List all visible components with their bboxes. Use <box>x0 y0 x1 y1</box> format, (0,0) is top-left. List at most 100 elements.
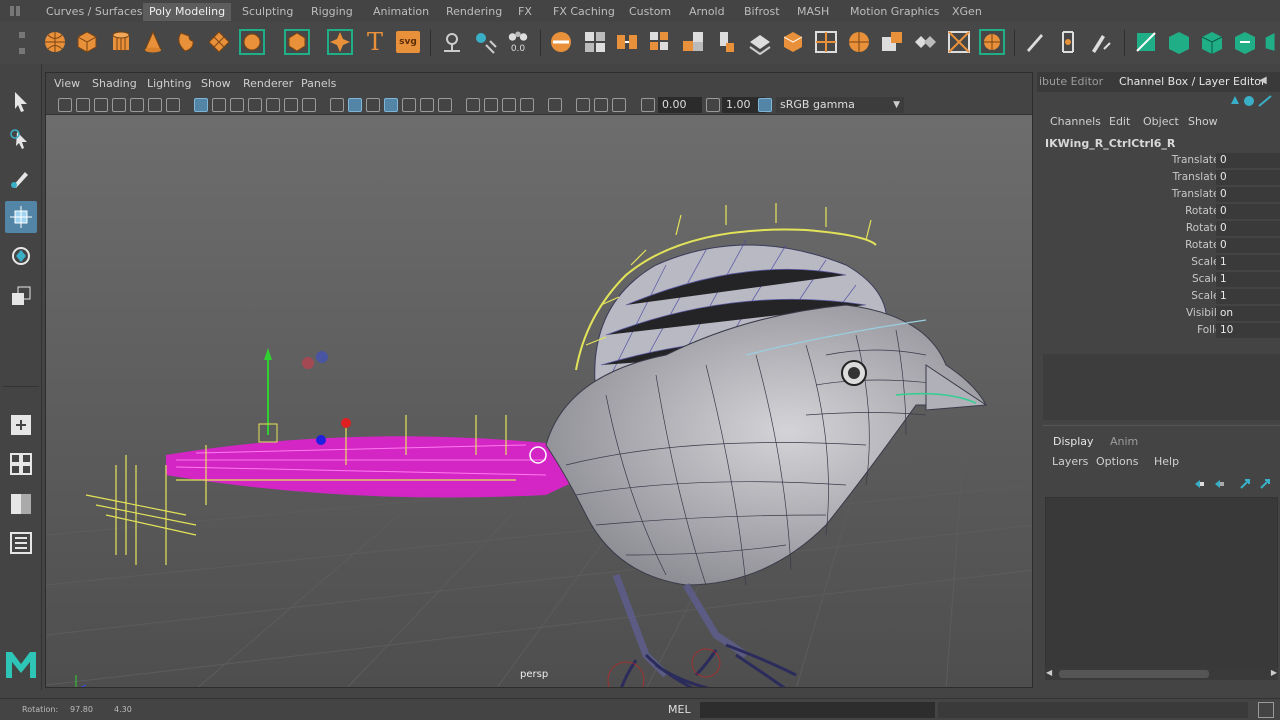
channel-value[interactable]: 1 <box>1216 289 1280 304</box>
wireframe-icon[interactable] <box>302 98 316 112</box>
safe-title-icon[interactable] <box>284 98 298 112</box>
channel-value[interactable]: 0 <box>1216 187 1280 202</box>
exposure-field[interactable]: 0.00 <box>658 97 702 113</box>
lasso-select-icon[interactable] <box>5 124 37 156</box>
channel-row-visibility[interactable]: Visibility on <box>1043 305 1280 322</box>
retopo-icon[interactable] <box>944 25 974 59</box>
channel-value[interactable]: 1 <box>1216 255 1280 270</box>
scroll-right-icon[interactable]: ▶ <box>1271 668 1277 677</box>
gate-mask-icon[interactable] <box>230 98 244 112</box>
shelf-tab-fx[interactable]: FX <box>512 3 538 21</box>
multi-cut-icon[interactable] <box>745 25 775 59</box>
command-line-input[interactable] <box>700 702 935 718</box>
move-layer-down-icon[interactable] <box>1213 478 1225 490</box>
depth-of-field-icon[interactable] <box>484 98 498 112</box>
anti-aliasing-icon[interactable] <box>466 98 480 112</box>
xray-joints-icon[interactable] <box>548 98 562 112</box>
menu-edit[interactable]: Edit <box>1109 115 1130 128</box>
gamma-icon[interactable] <box>706 98 720 112</box>
menu-object[interactable]: Object <box>1143 115 1179 128</box>
paint-select-icon[interactable] <box>5 162 37 194</box>
new-layer-icon[interactable] <box>1239 478 1251 490</box>
mirror-icon[interactable] <box>580 25 610 59</box>
panel-splitter[interactable] <box>1043 425 1280 428</box>
use-all-lights-icon[interactable] <box>384 98 398 112</box>
xray-icon[interactable] <box>520 98 534 112</box>
resolution-gate-icon[interactable] <box>212 98 226 112</box>
uv-automatic-icon[interactable] <box>1262 25 1280 59</box>
super-shape-icon[interactable] <box>325 25 355 59</box>
xray-components-icon[interactable] <box>576 98 590 112</box>
shelf-tab-arnold[interactable]: Arnold <box>683 3 731 21</box>
channel-row-scale-z[interactable]: Scale Z1 <box>1043 288 1280 305</box>
viewport-menu-view[interactable]: View <box>54 77 80 90</box>
channel-row-scale-y[interactable]: Scale Y1 <box>1043 271 1280 288</box>
shelf-tab-poly-modeling[interactable]: Poly Modeling <box>143 3 232 21</box>
poly-platonic-icon[interactable] <box>282 25 312 59</box>
channel-row-follow[interactable]: Follow 10 <box>1043 322 1280 339</box>
script-language-label[interactable]: MEL <box>668 703 691 716</box>
menu-help[interactable]: Help <box>1154 455 1179 468</box>
camera-attributes-icon[interactable] <box>76 98 90 112</box>
safe-action-icon[interactable] <box>266 98 280 112</box>
viewport-canvas[interactable] <box>46 115 1032 687</box>
tab-anim[interactable]: Anim <box>1110 435 1138 448</box>
2d-pan-zoom-icon[interactable] <box>130 98 144 112</box>
bookmarks-icon[interactable] <box>94 98 108 112</box>
remesh-icon[interactable] <box>977 25 1007 59</box>
select-camera-icon[interactable] <box>58 98 72 112</box>
channel-value[interactable]: 0 <box>1216 153 1280 168</box>
channel-row-translate-x[interactable]: Translate X0 <box>1043 152 1280 169</box>
film-gate-icon[interactable] <box>194 98 208 112</box>
poly-cylinder-icon[interactable] <box>106 25 136 59</box>
scrollbar-thumb[interactable] <box>1059 670 1209 678</box>
channel-row-rotate-z[interactable]: Rotate Z0 <box>1043 237 1280 254</box>
shelf-tab-rendering[interactable]: Rendering <box>440 3 508 21</box>
color-management-icon[interactable] <box>758 98 772 112</box>
shadows-icon[interactable] <box>402 98 416 112</box>
field-chart-icon[interactable] <box>248 98 262 112</box>
chevron-left-icon[interactable]: ◀ <box>1259 75 1267 86</box>
shelf-tab-motion-graphics[interactable]: Motion Graphics <box>844 3 945 21</box>
channel-row-rotate-y[interactable]: Rotate Y0 <box>1043 220 1280 237</box>
channel-value[interactable]: 10 <box>1216 323 1280 338</box>
wedge-icon[interactable] <box>844 25 874 59</box>
tab-display[interactable]: Display <box>1053 435 1094 448</box>
channel-box-tool-icons[interactable] <box>1227 94 1277 108</box>
channel-value[interactable]: 0 <box>1216 204 1280 219</box>
shelf-grip-icon[interactable] <box>12 30 32 56</box>
paint-weights-icon[interactable] <box>1086 25 1116 59</box>
poly-plane-icon[interactable] <box>204 25 234 59</box>
channel-row-scale-x[interactable]: Scale X1 <box>1043 254 1280 271</box>
image-plane-icon[interactable] <box>112 98 126 112</box>
grease-pencil-icon[interactable] <box>148 98 162 112</box>
exposure-icon[interactable] <box>641 98 655 112</box>
shelf-tab-fx-caching[interactable]: FX Caching <box>547 3 621 21</box>
bridge-icon[interactable] <box>645 25 675 59</box>
bevel-icon[interactable] <box>612 25 642 59</box>
menu-options[interactable]: Options <box>1096 455 1138 468</box>
textured-lighting-icon[interactable] <box>594 98 608 112</box>
viewport-menu-shading[interactable]: Shading <box>92 77 137 90</box>
channel-row-translate-z[interactable]: Translate Z0 <box>1043 186 1280 203</box>
poly-disc-icon[interactable] <box>237 25 267 59</box>
menu-layers[interactable]: Layers <box>1052 455 1088 468</box>
poly-cone-icon[interactable] <box>138 25 168 59</box>
shelf-tab-animation[interactable]: Animation <box>367 3 435 21</box>
channel-row-rotate-x[interactable]: Rotate X0 <box>1043 203 1280 220</box>
channel-value[interactable]: 0 <box>1216 238 1280 253</box>
viewport-panel[interactable]: View Shading Lighting Show Renderer Pane… <box>45 72 1033 688</box>
menu-channels[interactable]: Channels <box>1050 115 1101 128</box>
script-editor-icon[interactable] <box>1258 702 1274 718</box>
separate-icon[interactable]: 0.0 <box>503 25 533 59</box>
shelf-tab-xgen[interactable]: XGen <box>946 3 988 21</box>
wireframe-on-shaded-icon[interactable] <box>348 98 362 112</box>
hud-icon[interactable] <box>612 98 626 112</box>
move-layer-up-icon[interactable] <box>1193 478 1205 490</box>
combine-icon[interactable] <box>470 25 500 59</box>
horizontal-scrollbar[interactable]: ◀ ▶ <box>1045 668 1278 680</box>
smooth-shade-icon[interactable] <box>330 98 344 112</box>
layers-list[interactable] <box>1045 497 1278 673</box>
shelf-tab-custom[interactable]: Custom <box>623 3 677 21</box>
viewport-menu-panels[interactable]: Panels <box>301 77 336 90</box>
